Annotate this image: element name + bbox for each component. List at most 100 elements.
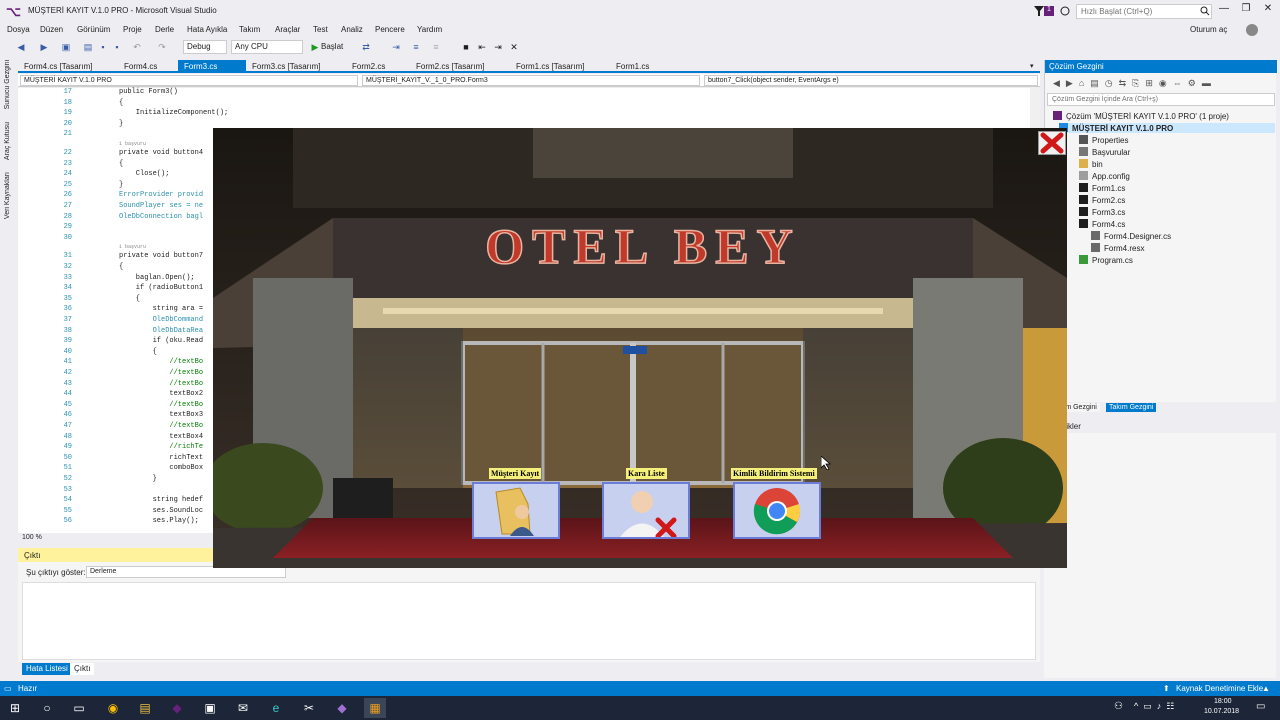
- tree-properties[interactable]: Properties: [1079, 135, 1128, 145]
- platform-select[interactable]: Any CPU: [231, 40, 303, 54]
- zoom-level[interactable]: 100 %: [18, 533, 213, 545]
- filter-icon[interactable]: [1034, 6, 1044, 16]
- notification-badge[interactable]: 1: [1044, 6, 1054, 16]
- code-line[interactable]: comboBox: [119, 464, 203, 472]
- edge-icon[interactable]: e: [265, 698, 287, 718]
- code-line[interactable]: ses.Play();: [119, 517, 199, 525]
- code-line[interactable]: Close();: [119, 170, 170, 178]
- tools-icon[interactable]: ✂: [298, 698, 320, 718]
- menu-file[interactable]: Dosya: [7, 25, 30, 34]
- bookmark-icon[interactable]: ■: [460, 41, 472, 53]
- code-line[interactable]: //richTe: [119, 443, 203, 451]
- sign-in-link[interactable]: Oturum aç: [1190, 25, 1227, 34]
- code-line[interactable]: }: [119, 120, 123, 128]
- configuration-select[interactable]: Debug: [183, 40, 227, 54]
- tree-references[interactable]: Başvurular: [1079, 147, 1130, 157]
- code-line[interactable]: //textBo: [119, 401, 203, 409]
- menu-analyze[interactable]: Analiz: [341, 25, 363, 34]
- blacklist-button[interactable]: [602, 482, 690, 539]
- server-explorer-tab[interactable]: Sunucu Gezgini: [4, 60, 11, 109]
- toolbox-tab[interactable]: Araç Kutusu: [4, 122, 11, 160]
- tree-project[interactable]: MÜŞTERİ KAYIT V.1.0 PRO: [1059, 123, 1275, 133]
- tree-form2[interactable]: Form2.cs: [1079, 195, 1125, 205]
- people-icon[interactable]: ⚇: [1114, 701, 1123, 712]
- notifications-icon[interactable]: ▲: [1262, 684, 1270, 693]
- indent-icon[interactable]: ≡: [410, 41, 422, 53]
- class-dropdown[interactable]: MÜŞTERİ_KAYIT_V._1_0_PRO.Form3: [362, 75, 700, 86]
- maximize-button[interactable]: ❐: [1236, 3, 1256, 19]
- code-line[interactable]: OleDbConnection bagl: [119, 213, 203, 221]
- running-app-icon[interactable]: ▦: [364, 698, 386, 718]
- tab-form2-design[interactable]: Form2.cs [Tasarım]: [410, 60, 490, 73]
- code-line[interactable]: textBox4: [119, 433, 203, 441]
- code-line[interactable]: //textBo: [119, 380, 203, 388]
- menu-tools[interactable]: Araçlar: [275, 25, 300, 34]
- member-dropdown[interactable]: button7_Click(object sender, EventArgs e…: [704, 75, 1038, 86]
- code-line[interactable]: OleDbCommand: [119, 316, 203, 324]
- step-icon[interactable]: ⇥: [390, 41, 402, 53]
- code-line[interactable]: public Form3(): [119, 88, 178, 96]
- menu-view[interactable]: Görünüm: [77, 25, 110, 34]
- menu-build[interactable]: Derle: [155, 25, 174, 34]
- reference-count[interactable]: 1 başvuru: [119, 141, 146, 147]
- source-control-icon[interactable]: ⬆: [1163, 684, 1170, 693]
- clock-time[interactable]: 18:00: [1214, 698, 1232, 705]
- tab-form3-design[interactable]: Form3.cs [Tasarım]: [246, 60, 326, 73]
- tab-form1-design[interactable]: Form1.cs [Tasarım]: [510, 60, 590, 73]
- code-line[interactable]: }: [119, 475, 157, 483]
- minimize-button[interactable]: —: [1214, 3, 1234, 19]
- code-line[interactable]: textBox2: [119, 390, 203, 398]
- code-line[interactable]: SoundPlayer ses = ne: [119, 202, 203, 210]
- tab-error-list[interactable]: Hata Listesi: [22, 663, 72, 675]
- tree-bin[interactable]: bin: [1079, 159, 1103, 169]
- action-center-icon[interactable]: ▭: [1256, 701, 1265, 712]
- code-line[interactable]: {: [119, 295, 140, 303]
- code-line[interactable]: richText: [119, 454, 203, 462]
- tree-form4-resx[interactable]: Form4.resx: [1091, 243, 1144, 253]
- redo-icon[interactable]: ↷: [156, 41, 168, 53]
- clock-date[interactable]: 10.07.2018: [1204, 708, 1239, 715]
- file-explorer-icon[interactable]: ▤: [134, 698, 156, 718]
- save-all-icon[interactable]: ▪: [111, 41, 123, 53]
- code-line[interactable]: OleDbDataRea: [119, 327, 203, 335]
- forward-icon[interactable]: ▶: [38, 41, 50, 53]
- tray-icons[interactable]: ^▭♪☷: [1134, 701, 1179, 712]
- open-folder-icon[interactable]: ▤: [82, 41, 94, 53]
- tab-form2-cs[interactable]: Form2.cs: [346, 60, 391, 73]
- chrome-taskbar-icon[interactable]: ◉: [102, 698, 124, 718]
- menu-debug[interactable]: Hata Ayıkla: [187, 25, 227, 34]
- solution-search-input[interactable]: Çözüm Gezgini İçinde Ara (Ctrl+ş): [1047, 93, 1275, 106]
- code-line[interactable]: //textBo: [119, 422, 203, 430]
- quick-launch-input[interactable]: Hızlı Başlat (Ctrl+Q): [1076, 4, 1212, 19]
- code-line[interactable]: //textBo: [119, 358, 203, 366]
- code-line[interactable]: baglan.Open();: [119, 274, 195, 282]
- solution-toolbar[interactable]: ◀▶⌂▤◷⇆⎘⊞◉⇔⚙▬: [1053, 78, 1253, 90]
- tree-form1[interactable]: Form1.cs: [1079, 183, 1125, 193]
- comment-icon[interactable]: ≡: [430, 41, 442, 53]
- code-line[interactable]: ErrorProvider provid: [119, 191, 203, 199]
- bookmark-prev-icon[interactable]: ⇤: [476, 41, 488, 53]
- code-line[interactable]: if (oku.Read: [119, 337, 203, 345]
- tab-overflow-icon[interactable]: ▾: [1030, 62, 1034, 70]
- menu-edit[interactable]: Düzen: [40, 25, 63, 34]
- search-taskbar-icon[interactable]: ○: [36, 698, 58, 718]
- tab-output[interactable]: Çıktı: [70, 663, 95, 675]
- code-line[interactable]: {: [119, 160, 123, 168]
- account-avatar[interactable]: [1246, 24, 1258, 36]
- code-line[interactable]: //textBo: [119, 369, 203, 377]
- tab-team-explorer[interactable]: Takım Gezgini: [1106, 403, 1157, 412]
- identity-system-button[interactable]: [733, 482, 821, 539]
- reference-count[interactable]: 1 başvuru: [119, 244, 146, 250]
- code-line[interactable]: {: [119, 99, 123, 107]
- visual-studio-taskbar-icon[interactable]: ◆: [166, 698, 188, 718]
- visual-studio-2-icon[interactable]: ◆: [331, 698, 353, 718]
- code-line[interactable]: if (radioButton1: [119, 284, 203, 292]
- tree-form4-designer[interactable]: Form4.Designer.cs: [1091, 231, 1171, 241]
- back-icon[interactable]: ◀: [15, 41, 27, 53]
- feedback-icon[interactable]: [1060, 6, 1070, 16]
- new-project-icon[interactable]: ▣: [60, 41, 72, 53]
- mail-icon[interactable]: ✉: [232, 698, 254, 718]
- menu-test[interactable]: Test: [313, 25, 328, 34]
- close-window-button[interactable]: ✕: [1258, 3, 1278, 19]
- menu-team[interactable]: Takım: [239, 25, 260, 34]
